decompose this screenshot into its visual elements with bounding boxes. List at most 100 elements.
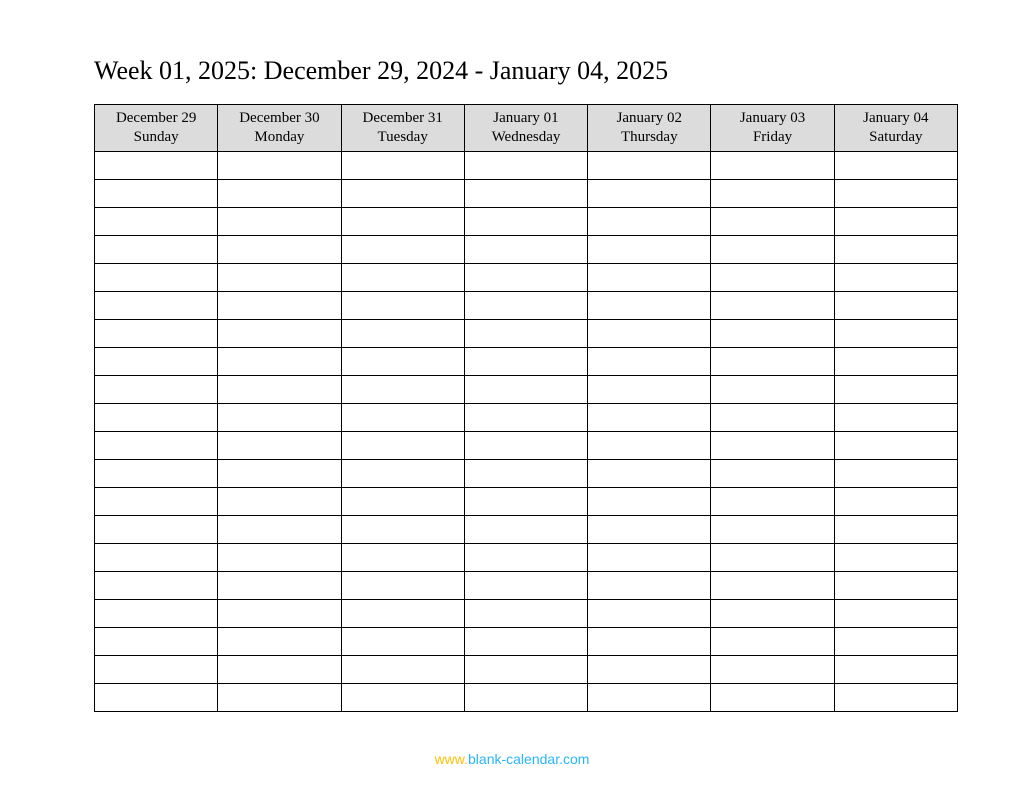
day-header-date: December 31 [363, 110, 443, 126]
calendar-cell [341, 403, 464, 431]
calendar-cell [95, 487, 218, 515]
calendar-cell [711, 319, 834, 347]
calendar-cell [711, 403, 834, 431]
calendar-cell [711, 543, 834, 571]
calendar-cell [711, 571, 834, 599]
day-header-date: January 04 [863, 110, 928, 126]
day-header-date: December 30 [239, 110, 319, 126]
calendar-cell [588, 403, 711, 431]
calendar-cell [588, 375, 711, 403]
calendar-cell [218, 459, 341, 487]
calendar-row [95, 431, 958, 459]
calendar-cell [711, 655, 834, 683]
calendar-cell [834, 319, 957, 347]
calendar-cell [588, 683, 711, 711]
calendar-row [95, 599, 958, 627]
day-header-weekday: Thursday [621, 129, 678, 145]
day-header-date: December 29 [116, 110, 196, 126]
calendar-cell [588, 459, 711, 487]
calendar-cell [341, 263, 464, 291]
calendar-cell [218, 151, 341, 179]
calendar-cell [464, 655, 587, 683]
calendar-row [95, 263, 958, 291]
calendar-cell [588, 431, 711, 459]
calendar-cell [834, 683, 957, 711]
calendar-row [95, 487, 958, 515]
calendar-cell [464, 543, 587, 571]
calendar-cell [218, 543, 341, 571]
calendar-cell [95, 263, 218, 291]
calendar-cell [711, 179, 834, 207]
calendar-cell [341, 291, 464, 319]
calendar-cell [834, 543, 957, 571]
calendar-cell [834, 571, 957, 599]
calendar-cell [464, 515, 587, 543]
calendar-cell [218, 627, 341, 655]
day-header-date: January 03 [740, 110, 805, 126]
calendar-cell [95, 319, 218, 347]
calendar-cell [218, 683, 341, 711]
calendar-row [95, 515, 958, 543]
calendar-cell [834, 627, 957, 655]
calendar-cell [588, 487, 711, 515]
calendar-row [95, 543, 958, 571]
calendar-cell [588, 347, 711, 375]
calendar-cell [341, 459, 464, 487]
calendar-cell [95, 235, 218, 263]
calendar-row [95, 655, 958, 683]
calendar-row [95, 403, 958, 431]
calendar-cell [341, 543, 464, 571]
calendar-cell [834, 655, 957, 683]
calendar-cell [218, 179, 341, 207]
calendar-cell [711, 459, 834, 487]
calendar-cell [464, 487, 587, 515]
calendar-row [95, 291, 958, 319]
day-header-weekday: Friday [753, 129, 792, 145]
calendar-cell [341, 487, 464, 515]
day-header-weekday: Wednesday [492, 129, 561, 145]
calendar-cell [464, 403, 587, 431]
calendar-cell [711, 683, 834, 711]
footer-link: www.blank-calendar.com [0, 751, 1024, 767]
day-header-tuesday: December 31 Tuesday [341, 105, 464, 152]
calendar-cell [711, 347, 834, 375]
calendar-cell [834, 375, 957, 403]
calendar-cell [341, 599, 464, 627]
calendar-cell [834, 403, 957, 431]
calendar-cell [464, 683, 587, 711]
calendar-row [95, 683, 958, 711]
calendar-cell [588, 207, 711, 235]
calendar-cell [588, 319, 711, 347]
calendar-cell [464, 263, 587, 291]
day-header-wednesday: January 01 Wednesday [464, 105, 587, 152]
day-header-weekday: Sunday [134, 129, 179, 145]
calendar-cell [588, 151, 711, 179]
calendar-cell [341, 375, 464, 403]
calendar-cell [464, 347, 587, 375]
calendar-cell [834, 151, 957, 179]
calendar-row [95, 207, 958, 235]
calendar-cell [834, 263, 957, 291]
calendar-cell [95, 403, 218, 431]
calendar-cell [341, 655, 464, 683]
calendar-cell [834, 207, 957, 235]
calendar-cell [341, 431, 464, 459]
calendar-cell [834, 459, 957, 487]
calendar-cell [218, 319, 341, 347]
day-header-sunday: December 29 Sunday [95, 105, 218, 152]
calendar-header-row: December 29 Sunday December 30 Monday De… [95, 105, 958, 152]
calendar-cell [341, 515, 464, 543]
calendar-row [95, 319, 958, 347]
calendar-cell [341, 235, 464, 263]
calendar-cell [588, 235, 711, 263]
calendar-cell [588, 179, 711, 207]
calendar-row [95, 459, 958, 487]
calendar-cell [218, 263, 341, 291]
weekly-calendar-table: December 29 Sunday December 30 Monday De… [94, 104, 958, 712]
calendar-cell [464, 375, 587, 403]
calendar-row [95, 347, 958, 375]
calendar-cell [588, 599, 711, 627]
day-header-date: January 01 [493, 110, 558, 126]
calendar-cell [95, 207, 218, 235]
calendar-cell [95, 431, 218, 459]
